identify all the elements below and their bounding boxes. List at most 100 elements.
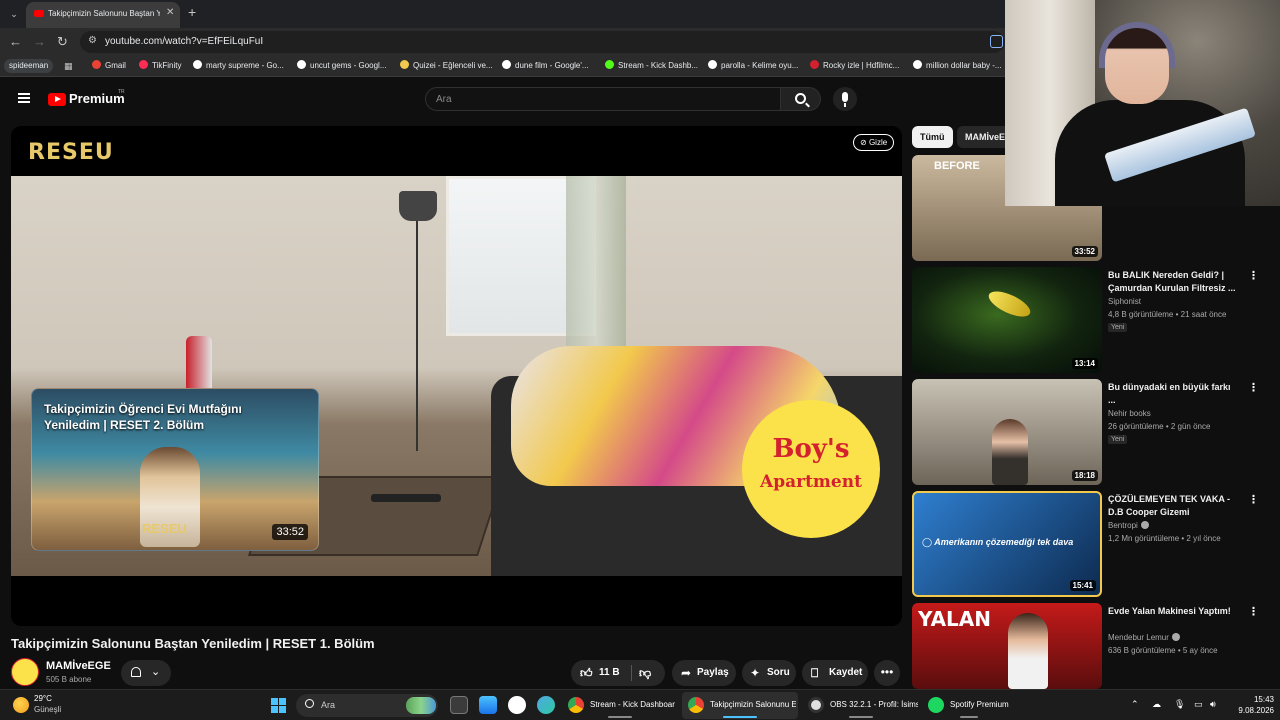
bookmark-favicon-icon: [708, 60, 717, 69]
bookmark-item[interactable]: Quizei - Eğlenceli ve...: [400, 60, 493, 70]
sponsor-logo: Boy's Apartment: [742, 400, 880, 538]
thumb-caption: ◯ Amerikanın çözemediği tek dava: [922, 537, 1074, 547]
recommended-title[interactable]: Bu BALIK Nereden Geldi? | Çamurdan Kurul…: [1108, 269, 1238, 295]
show-hidden-icons-icon[interactable]: ⌃: [1131, 699, 1139, 710]
recommended-channel[interactable]: Nehir books: [1108, 409, 1151, 418]
store-icon[interactable]: [479, 696, 497, 714]
new-badge: Yeni: [1108, 435, 1128, 444]
site-info-icon[interactable]: ⚙: [88, 35, 97, 46]
recommended-meta: 26 görüntüleme • 2 gün önce: [1108, 422, 1211, 431]
new-tab-icon[interactable]: +: [188, 4, 196, 20]
browser-tab-active[interactable]: Takipçimizin Salonunu Baştan Y ✕: [26, 2, 180, 28]
bookmark-item[interactable]: dune film - Google'...: [502, 60, 589, 70]
bookmark-item[interactable]: Rocky izle | Hdfilmc...: [810, 60, 899, 70]
dislike-icon[interactable]: 👎︎: [639, 666, 651, 681]
taskbar-app-kick[interactable]: Stream - Kick Dashboar: [562, 692, 678, 719]
forward-icon[interactable]: →: [33, 34, 46, 49]
windows-start-icon[interactable]: [271, 698, 286, 713]
cloud-icon[interactable]: ☁: [1152, 699, 1161, 710]
like-icon[interactable]: 👍︎: [580, 666, 593, 681]
remote: [371, 494, 441, 502]
profile-chip[interactable]: spideeman: [4, 59, 54, 73]
video-thumbnail[interactable]: 13:14: [912, 267, 1102, 373]
list-item[interactable]: ◯ Amerikanın çözemediği tek dava 15:41 Ç…: [912, 491, 1280, 597]
temperature[interactable]: 29°C: [34, 694, 52, 703]
kebab-menu-icon[interactable]: ⋮: [1248, 493, 1259, 506]
weather-icon[interactable]: [13, 697, 29, 713]
network-icon[interactable]: ▭: [1194, 699, 1203, 710]
save-button[interactable]: ⎕ Kaydet: [802, 660, 868, 686]
share-button[interactable]: ➦ Paylaş: [672, 660, 736, 686]
recommended-channel[interactable]: Siphonist: [1108, 297, 1141, 306]
youtube-logo-icon[interactable]: [48, 93, 66, 106]
recommended-channel[interactable]: Bentropi: [1108, 521, 1149, 530]
bookmark-item[interactable]: TikFinity: [139, 60, 181, 70]
google-favicon-icon: [502, 60, 511, 69]
chatgpt-icon[interactable]: [508, 696, 526, 714]
recommended-title[interactable]: Bu dünyadaki en büyük farkı ...: [1108, 381, 1238, 407]
thumb-caption: BEFORE: [934, 160, 980, 172]
taskbar-clock[interactable]: 15:43 9.08.2026: [1226, 694, 1274, 716]
kebab-menu-icon[interactable]: ⋮: [1248, 269, 1259, 282]
task-view-icon[interactable]: [450, 696, 468, 714]
kebab-menu-icon[interactable]: ⋮: [1248, 605, 1259, 618]
recommended-title[interactable]: ÇÖZÜLEMEYEN TEK VAKA - D.B Cooper Gizemi: [1108, 493, 1238, 519]
search-input[interactable]: Ara: [425, 87, 781, 111]
chrome-icon: [688, 697, 704, 713]
reload-icon[interactable]: ↻: [57, 34, 68, 50]
like-count[interactable]: 11 B: [599, 667, 620, 678]
person-shape: [1008, 613, 1048, 689]
microphone-icon[interactable]: 🎙︎: [1174, 699, 1185, 710]
video-thumbnail[interactable]: YALAN: [912, 603, 1102, 689]
taskbar-app-youtube[interactable]: Takipçimizin Salonunu E: [682, 692, 798, 719]
lens-icon[interactable]: [990, 35, 1003, 48]
ask-button[interactable]: ✦ Soru: [742, 660, 796, 686]
country-code: TR: [118, 89, 125, 95]
like-dislike-bar: 👍︎ 11 B 👎︎: [571, 660, 665, 686]
bookmark-item[interactable]: Stream - Kick Dashb...: [605, 60, 698, 70]
recommended-meta: 1,2 Mn görüntüleme • 2 yıl önce: [1108, 534, 1221, 543]
channel-name[interactable]: MAMİveEGE: [46, 660, 111, 672]
end-screen-video[interactable]: Takipçimizin Öğrenci Evi Mutfağını Yenil…: [31, 388, 319, 551]
tab-search-icon[interactable]: ⌄: [6, 6, 22, 22]
notification-button[interactable]: ⌄: [121, 660, 171, 686]
obs-icon: [808, 697, 824, 713]
chip-all[interactable]: Tümü: [912, 126, 953, 148]
recommended-channel[interactable]: Mendebur Lemur: [1108, 633, 1180, 642]
apps-grid-icon[interactable]: ▦: [64, 61, 73, 72]
list-item[interactable]: YALAN Evde Yalan Makinesi Yaptım! Mendeb…: [912, 603, 1280, 689]
bookmark-item[interactable]: marty supreme - Go...: [193, 60, 284, 70]
avatar[interactable]: [11, 658, 39, 686]
bookmark-item[interactable]: million dollar baby -...: [913, 60, 1002, 70]
bookmark-item[interactable]: parolla - Kelime oyu...: [708, 60, 798, 70]
bookmark-item[interactable]: Gmail: [92, 60, 126, 70]
tab-close-icon[interactable]: ✕: [166, 7, 174, 18]
edge-icon[interactable]: [537, 696, 555, 714]
video-player[interactable]: RESEU ⊘ Gizle Takipçimizin Öğrenci Evi M…: [11, 126, 902, 626]
lamp-stand: [416, 221, 418, 451]
thumb-caption: YALAN: [918, 607, 992, 631]
youtube-brand[interactable]: Premium: [69, 91, 125, 106]
youtube-favicon-icon: [34, 10, 44, 17]
weather-condition[interactable]: Güneşli: [34, 705, 61, 714]
address-bar[interactable]: ⚙ youtube.com/watch?v=EfFEiLquFuI: [80, 31, 1005, 53]
kebab-menu-icon[interactable]: ⋮: [1248, 381, 1259, 394]
back-icon[interactable]: ←: [9, 34, 22, 49]
recommended-title[interactable]: Evde Yalan Makinesi Yaptım!: [1108, 605, 1238, 618]
search-icon: [795, 93, 806, 104]
taskbar-app-obs[interactable]: OBS 32.2.1 - Profil: İsims: [802, 692, 920, 719]
hide-endscreen-button[interactable]: ⊘ Gizle: [853, 134, 895, 151]
taskbar-search[interactable]: Ara: [296, 694, 438, 717]
taskbar-app-spotify[interactable]: Spotify Premium: [922, 692, 1016, 719]
more-actions-icon[interactable]: •••: [874, 660, 900, 686]
lamp: [399, 191, 437, 221]
video-thumbnail[interactable]: ◯ Amerikanın çözemediği tek dava 15:41: [912, 491, 1102, 597]
list-item[interactable]: 18:18 Bu dünyadaki en büyük farkı ... Ne…: [912, 379, 1280, 485]
video-thumbnail[interactable]: 18:18: [912, 379, 1102, 485]
voice-search-icon[interactable]: [833, 87, 857, 111]
search-button[interactable]: [781, 87, 821, 111]
bookmark-item[interactable]: uncut gems - Googl...: [297, 60, 386, 70]
volume-icon[interactable]: 🔊︎: [1210, 699, 1216, 710]
list-item[interactable]: 13:14 Bu BALIK Nereden Geldi? | Çamurdan…: [912, 267, 1280, 373]
menu-icon[interactable]: [18, 93, 30, 103]
